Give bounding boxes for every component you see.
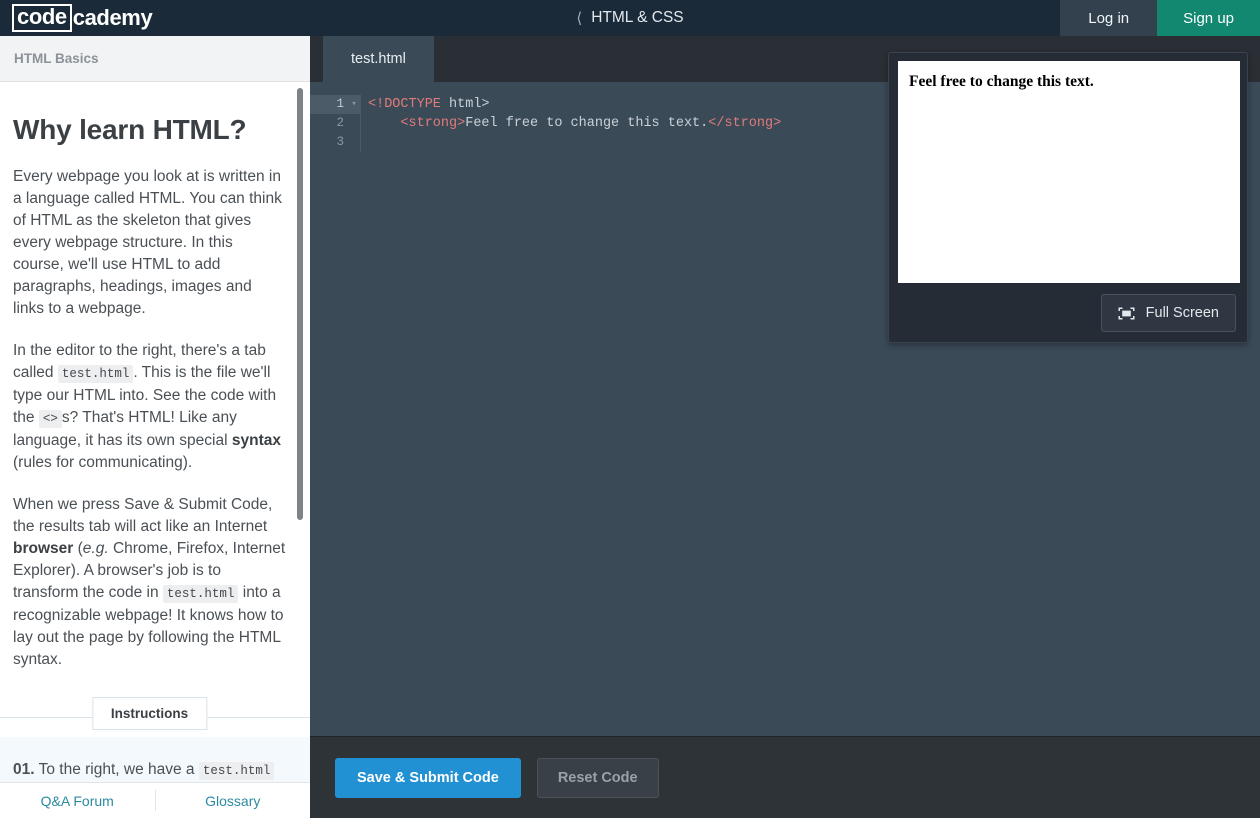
inline-code-test-html-3: test.html	[198, 762, 275, 780]
inline-code-angle-brackets: <>	[38, 410, 62, 428]
login-button[interactable]: Log in	[1060, 0, 1158, 36]
p3-bold-browser: browser	[13, 540, 74, 557]
lesson-paragraph-3: When we press Save & Submit Code, the re…	[13, 494, 286, 671]
strong-open-tag: <strong>	[400, 116, 466, 131]
instruction-text-a: To the right, we have a	[34, 761, 199, 778]
logo-code-text: code	[12, 4, 72, 32]
line-number-1: 1	[310, 95, 348, 114]
sidebar-scrollbar-thumb[interactable]	[297, 88, 303, 520]
lesson-paragraph-1: Every webpage you look at is written in …	[13, 168, 282, 317]
preview-rendered-output: Feel free to change this text.	[898, 61, 1240, 103]
instructions-divider: Instructions	[0, 697, 310, 737]
full-screen-label: Full Screen	[1145, 305, 1219, 321]
preview-iframe: Feel free to change this text.	[898, 61, 1240, 283]
p3-text-b: (	[73, 540, 83, 557]
lesson-title: Why learn HTML?	[13, 114, 247, 145]
code-line-2-text: <strong>Feel free to change this text.</…	[360, 114, 781, 133]
inline-code-test-html-2: test.html	[162, 585, 239, 603]
preview-footer: Full Screen	[1100, 294, 1236, 332]
editor-action-bar: Save & Submit Code Reset Code	[310, 736, 1260, 818]
inline-code-test-html-1: test.html	[57, 365, 134, 383]
code-line-1-text: <!DOCTYPE html>	[360, 95, 490, 114]
lesson-paragraph-2: In the editor to the right, there's a ta…	[13, 340, 286, 474]
result-preview-panel: Feel free to change this text. Full Scre…	[888, 52, 1248, 343]
instruction-number: 01.	[13, 761, 35, 778]
sidebar-header: HTML Basics	[0, 36, 310, 82]
logo-cademy-text: cademy	[72, 4, 153, 30]
doctype-token: <!DOCTYPE	[368, 97, 441, 112]
course-breadcrumb-link[interactable]: ⟨ HTML & CSS	[576, 9, 683, 27]
strong-inner-text: Feel free to change this text.	[465, 116, 709, 131]
chevron-left-icon: ⟨	[576, 9, 583, 27]
line2-indent	[368, 116, 400, 131]
code-line-3-text	[360, 133, 376, 152]
full-screen-button[interactable]: Full Screen	[1100, 294, 1236, 332]
p2-text-d: (rules for communicating).	[13, 454, 193, 471]
lesson-sidebar: HTML Basics Why learn HTML? Every webpag…	[0, 36, 310, 818]
p3-italic-eg: e.g.	[82, 540, 109, 557]
p3-text-a: When we press Save & Submit Code, the re…	[13, 496, 273, 535]
top-bar: code cademy ⟨ HTML & CSS Log in Sign up	[0, 0, 1260, 36]
qa-forum-link[interactable]: Q&A Forum	[0, 783, 155, 818]
strong-close-tag: </strong>	[708, 116, 782, 131]
doctype-rest-token: html>	[440, 97, 490, 112]
preview-bold-text: Feel free to change this text.	[909, 73, 1094, 90]
course-name-label: HTML & CSS	[591, 9, 684, 26]
sidebar-section-title: HTML Basics	[14, 51, 99, 66]
reset-code-button[interactable]: Reset Code	[536, 757, 659, 798]
line-number-3: 3	[336, 135, 344, 149]
signup-button[interactable]: Sign up	[1157, 0, 1260, 36]
tab-test-html[interactable]: test.html	[323, 36, 434, 82]
fullscreen-icon	[1118, 307, 1135, 320]
fold-arrow-icon[interactable]: ▾	[348, 95, 360, 114]
save-and-submit-code-button[interactable]: Save & Submit Code	[335, 757, 521, 798]
line-number-2: 2	[336, 116, 344, 130]
instructions-tab-label[interactable]: Instructions	[91, 697, 208, 730]
sidebar-footer: Q&A Forum Glossary	[0, 782, 310, 818]
glossary-link[interactable]: Glossary	[156, 783, 311, 818]
lesson-content-scroll[interactable]: Why learn HTML? Every webpage you look a…	[0, 82, 310, 818]
top-bar-right: Log in Sign up	[1060, 0, 1260, 36]
p2-bold-syntax: syntax	[231, 432, 281, 449]
codecademy-logo[interactable]: code cademy	[0, 0, 153, 36]
